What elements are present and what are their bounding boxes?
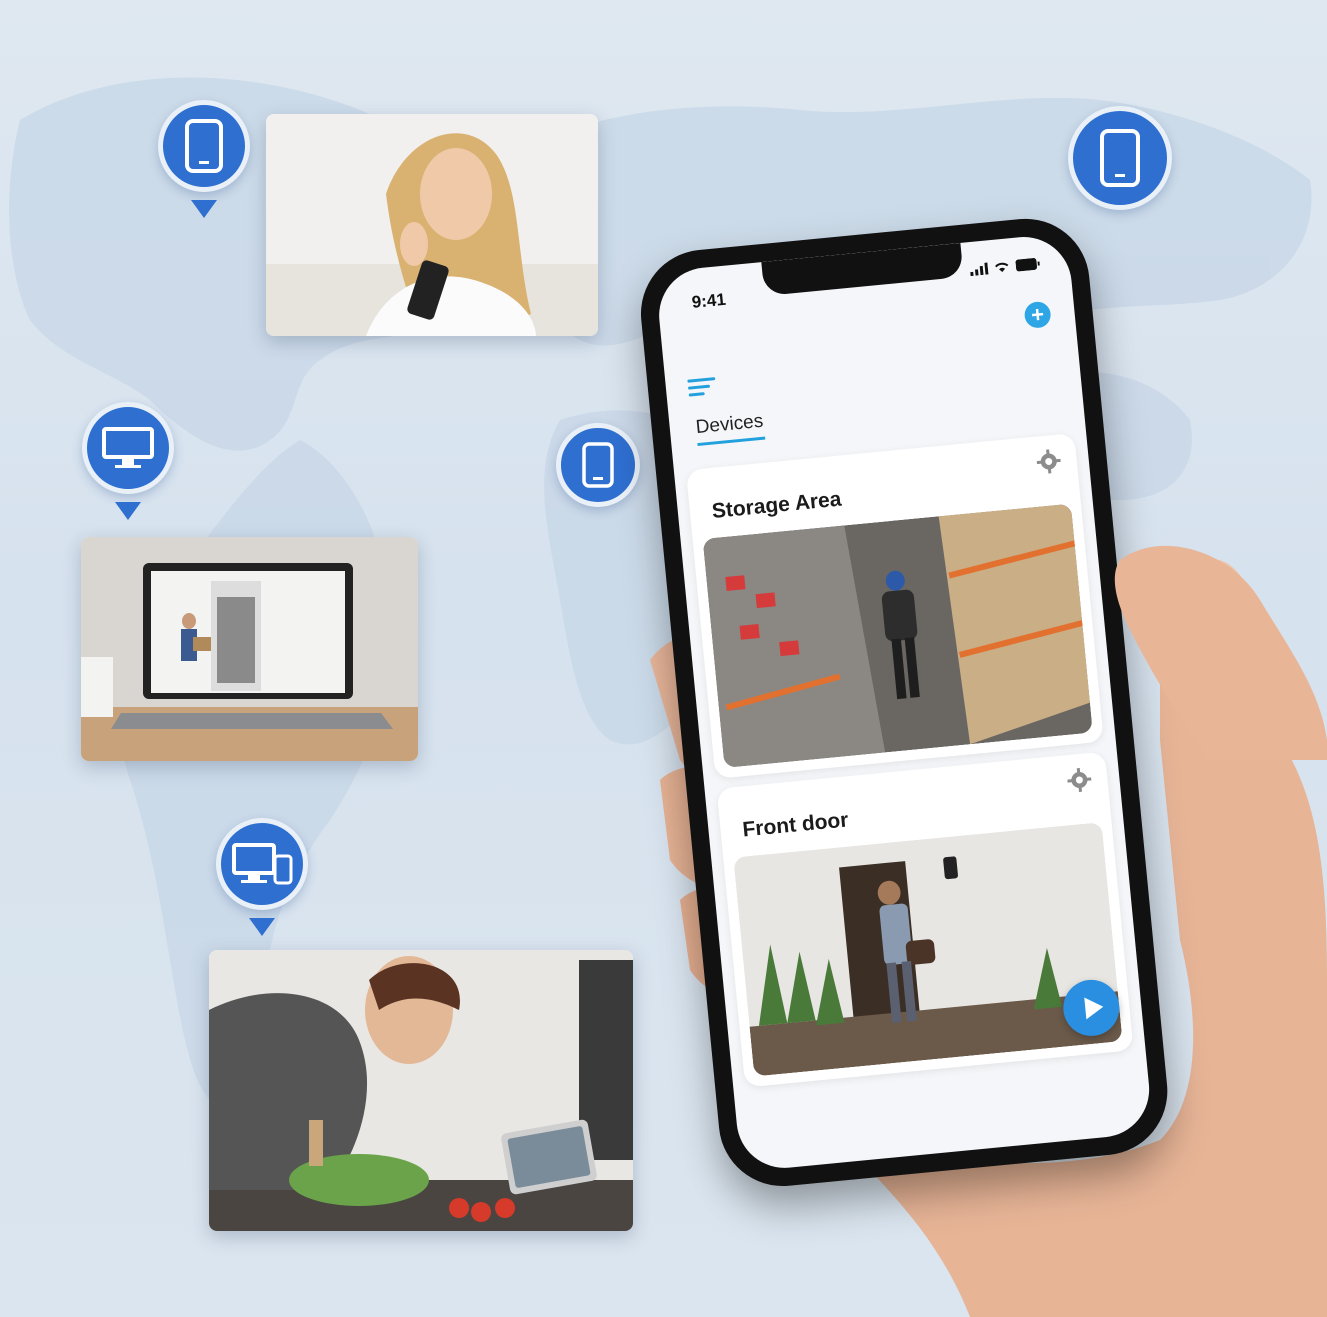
add-icon: + [1029,301,1046,328]
monitor-icon [102,427,154,468]
menu-icon[interactable] [687,375,719,400]
phone-pin-top-right [1068,106,1172,210]
gear-icon[interactable] [1036,448,1062,474]
photo-kitchen-smart-display [209,950,633,1231]
pin-pointer [115,502,141,520]
add-device-button[interactable]: + [1023,300,1052,330]
monitor-pin [82,402,174,494]
status-icons [969,257,1040,277]
pin-pointer [191,200,217,218]
phone-pin-top-left [158,100,250,192]
phone-screen: 9:41 + Devices Storage Area Front door [654,232,1154,1173]
pin-pointer [249,918,275,936]
phone-notch [761,242,964,296]
photo-woman-with-phone [266,114,598,336]
thumb [1114,545,1327,760]
phone-icon [582,442,614,488]
camera-card-front-door[interactable]: Front door [716,751,1134,1088]
photo-laptop-viewing [81,537,418,761]
camera-name: Front door [741,808,850,842]
tab-devices[interactable]: Devices [694,410,765,447]
phone-body: 9:41 + Devices Storage Area Front door [635,213,1174,1192]
signal-icon [970,262,989,277]
camera-name: Storage Area [710,487,843,523]
battery-icon [1015,258,1040,272]
desktop-and-phone-icon [232,843,293,885]
camera-feed-storage-area[interactable] [702,503,1093,768]
desktop-phone-pin [216,818,308,910]
status-time: 9:41 [690,289,727,312]
wifi-icon [995,262,1009,273]
gear-icon[interactable] [1066,767,1092,793]
phone-icon [1100,129,1140,187]
camera-feed-front-door[interactable] [733,822,1123,1077]
phone-icon [185,119,223,173]
camera-card-storage-area[interactable]: Storage Area [685,432,1104,779]
